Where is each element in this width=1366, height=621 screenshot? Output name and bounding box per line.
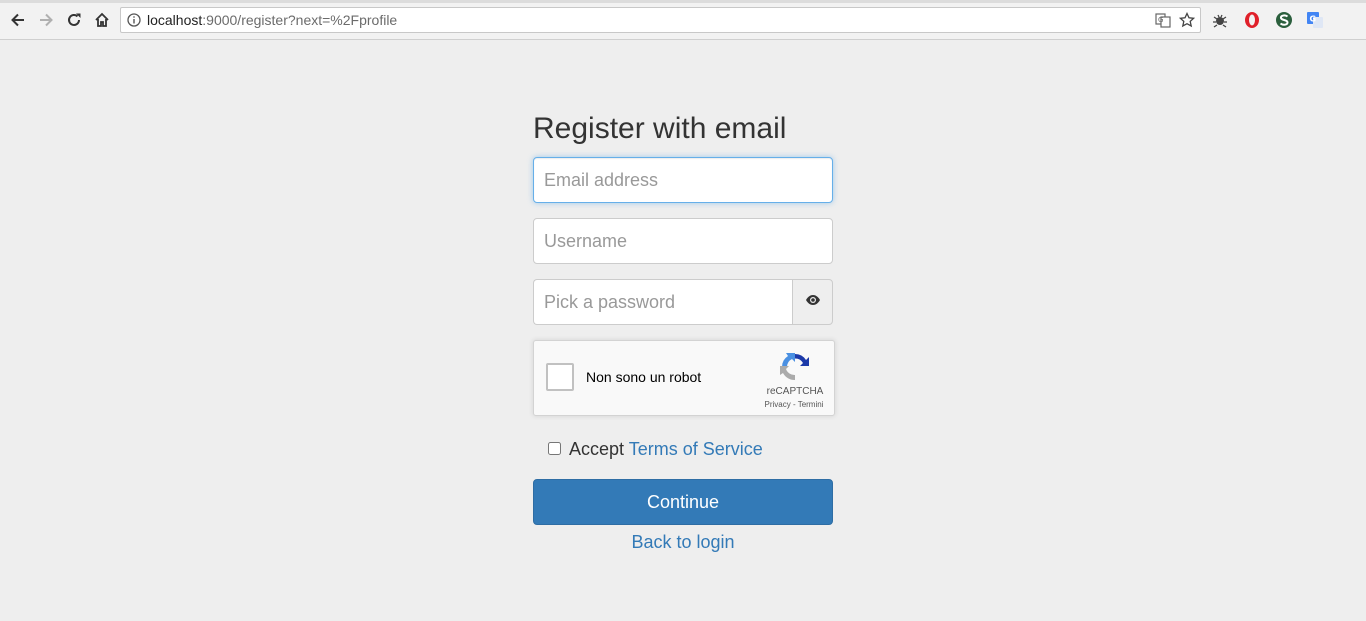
svg-text:G: G: [1158, 16, 1163, 24]
tab-strip-edge: [0, 0, 1366, 3]
url-path: :9000/register?next=%2Fprofile: [202, 12, 398, 28]
home-icon[interactable]: [90, 8, 114, 32]
terms-label: Accept Terms of Service: [569, 439, 763, 460]
recaptcha-links[interactable]: Privacy - Termini: [754, 400, 834, 409]
svg-text:G: G: [1310, 15, 1317, 24]
back-arrow-icon[interactable]: [6, 8, 30, 32]
recaptcha-widget: Non sono un robot reCAPTCHA Privacy - Te…: [533, 340, 835, 416]
opera-icon[interactable]: [1242, 10, 1262, 30]
terms-of-service-link[interactable]: Terms of Service: [629, 439, 763, 459]
eye-icon: [805, 293, 821, 311]
bookmark-star-icon[interactable]: [1178, 11, 1196, 33]
terms-prefix: Accept: [569, 439, 625, 459]
recaptcha-brand: reCAPTCHA: [766, 386, 824, 397]
address-bar[interactable]: localhost:9000/register?next=%2Fprofile …: [120, 7, 1201, 33]
info-icon[interactable]: [127, 13, 141, 32]
page-title: Register with email: [533, 112, 787, 145]
forward-arrow-icon[interactable]: [34, 8, 58, 32]
recaptcha-label: Non sono un robot: [586, 369, 702, 385]
google-translate-icon[interactable]: G: [1305, 10, 1325, 30]
back-to-login-link[interactable]: Back to login: [533, 532, 833, 553]
password-input[interactable]: [533, 279, 793, 325]
extension-bug-icon[interactable]: [1210, 10, 1230, 30]
terms-checkbox[interactable]: [548, 442, 561, 455]
extension-s-icon[interactable]: [1274, 10, 1294, 30]
show-password-button[interactable]: [792, 279, 833, 325]
url-host: localhost: [147, 12, 203, 28]
reload-icon[interactable]: [62, 8, 86, 32]
password-group: [533, 279, 833, 325]
url-text: localhost:9000/register?next=%2Fprofile: [147, 12, 397, 28]
recaptcha-logo-icon: [778, 351, 812, 383]
recaptcha-checkbox[interactable]: [546, 363, 574, 391]
translate-icon[interactable]: G: [1155, 12, 1171, 33]
browser-toolbar: localhost:9000/register?next=%2Fprofile …: [0, 0, 1366, 40]
username-input[interactable]: [533, 218, 833, 264]
email-input[interactable]: [533, 157, 833, 203]
continue-button[interactable]: Continue: [533, 479, 833, 525]
